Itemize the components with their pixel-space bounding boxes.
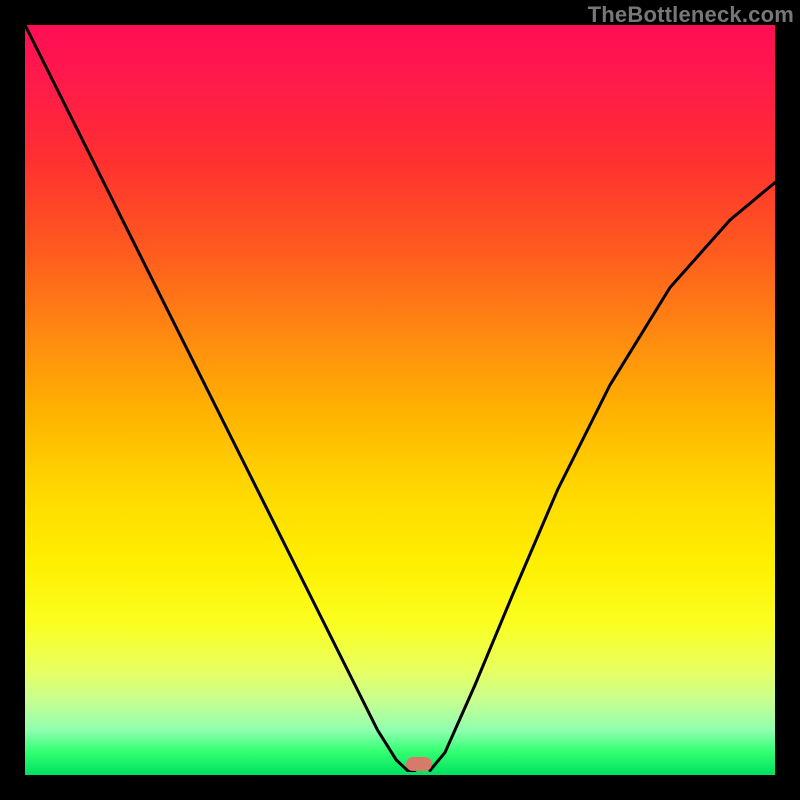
watermark-text: TheBottleneck.com [588,2,794,28]
curve-left [25,25,415,771]
plot-area [25,25,775,775]
min-point-marker [406,757,432,771]
curve-right [430,183,775,771]
chart-frame: TheBottleneck.com [0,0,800,800]
curve-svg [25,25,775,775]
